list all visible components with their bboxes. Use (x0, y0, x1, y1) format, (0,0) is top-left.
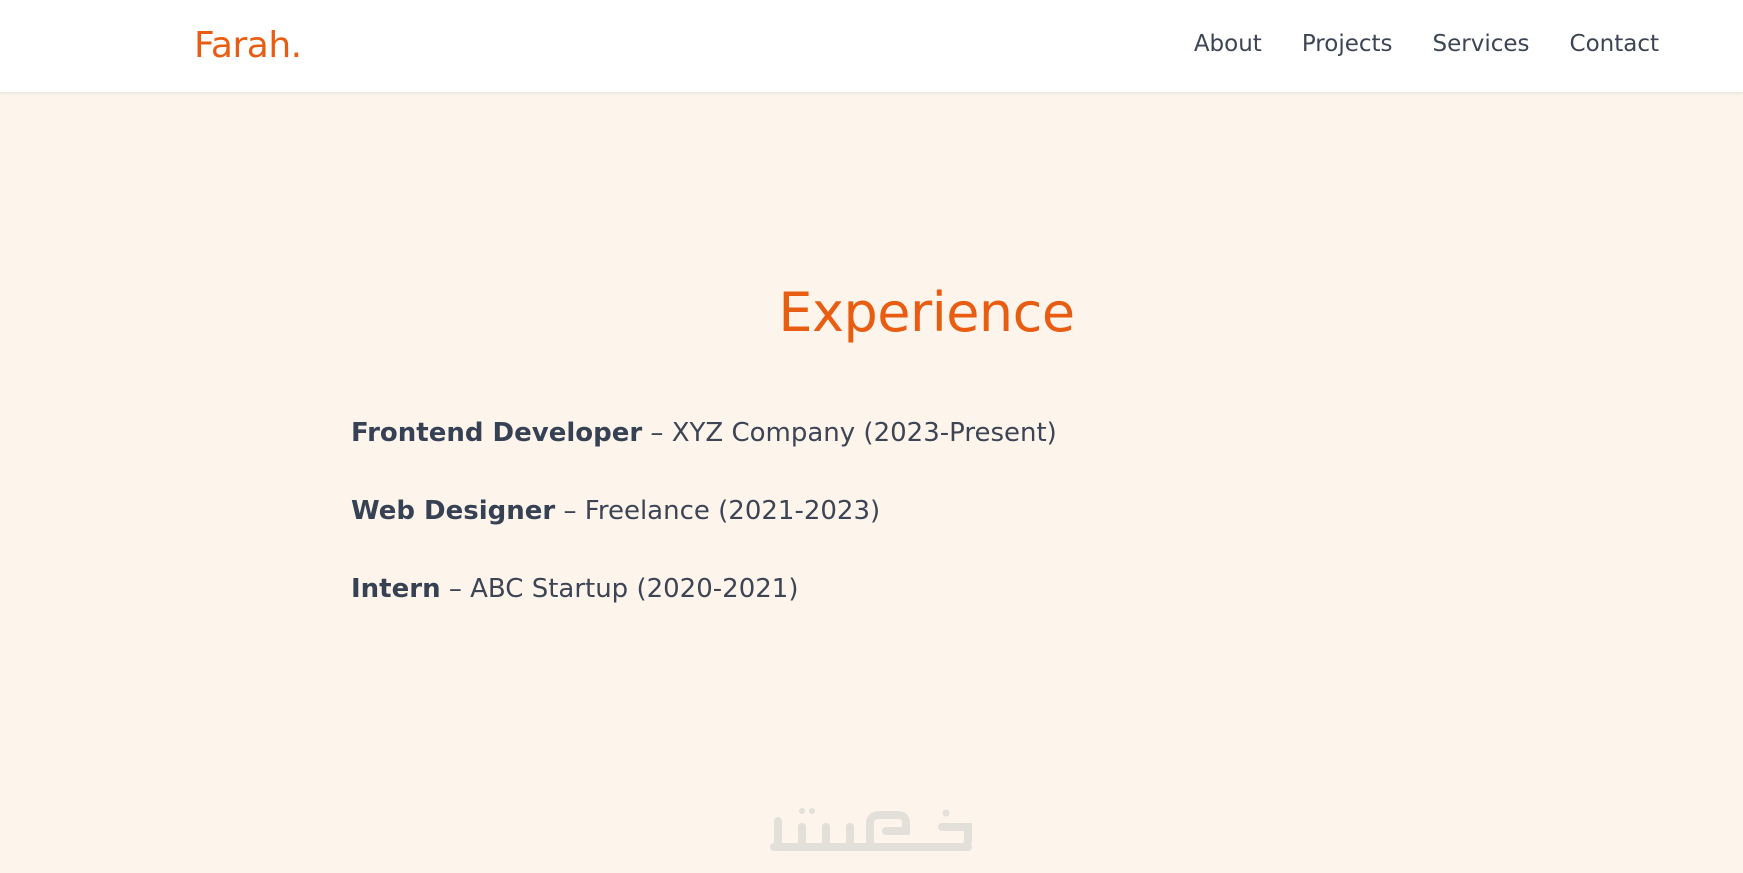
khamsat-watermark-logo (770, 808, 972, 851)
experience-item: Intern – ABC Startup (2020-2021) (351, 571, 1057, 607)
experience-role: Web Designer (351, 496, 556, 526)
experience-list: Frontend Developer – XYZ Company (2023-P… (351, 415, 1057, 649)
nav-link-contact[interactable]: Contact (1570, 28, 1659, 60)
experience-detail: – XYZ Company (2023-Present) (642, 418, 1057, 448)
main-nav: About Projects Services Contact (1194, 28, 1659, 60)
experience-item: Web Designer – Freelance (2021-2023) (351, 493, 1057, 529)
experience-role: Intern (351, 574, 441, 604)
section-title: Experience (778, 281, 1075, 344)
experience-role: Frontend Developer (351, 418, 643, 448)
nav-link-about[interactable]: About (1194, 28, 1262, 60)
site-header: Farah. About Projects Services Contact (0, 0, 1743, 93)
experience-item: Frontend Developer – XYZ Company (2023-P… (351, 415, 1057, 451)
site-logo[interactable]: Farah. (194, 24, 302, 68)
experience-detail: – ABC Startup (2020-2021) (440, 574, 799, 604)
nav-link-projects[interactable]: Projects (1302, 28, 1393, 60)
experience-detail: – Freelance (2021-2023) (555, 496, 881, 526)
nav-link-services[interactable]: Services (1433, 28, 1530, 60)
experience-section: Experience Frontend Developer – XYZ Comp… (0, 93, 1743, 873)
